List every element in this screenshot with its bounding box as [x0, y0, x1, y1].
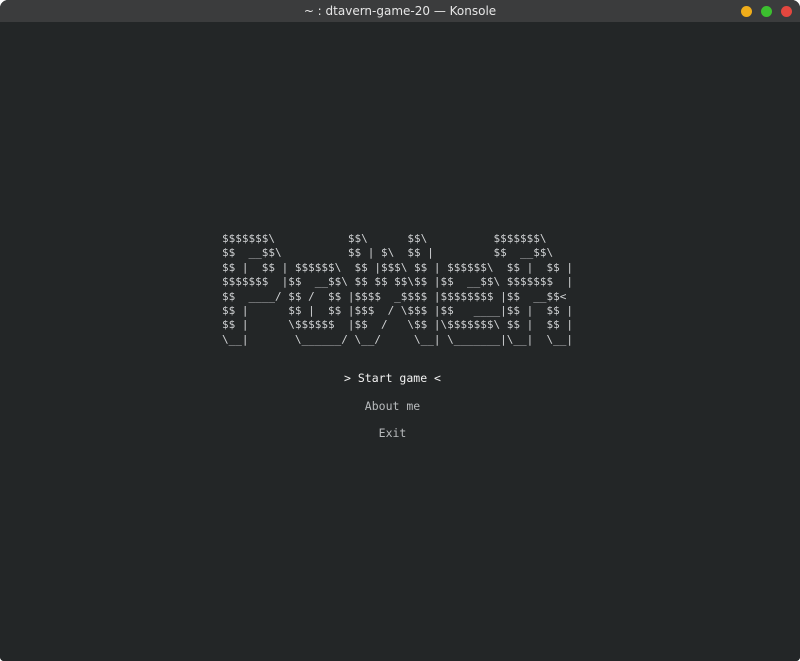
window-title: ~ : dtavern-game-20 — Konsole [303, 4, 497, 18]
minimize-button[interactable] [741, 6, 752, 17]
title-bar[interactable]: ~ : dtavern-game-20 — Konsole [0, 0, 800, 22]
menu-item-exit[interactable]: Exit [0, 426, 785, 440]
terminal-area[interactable]: $$$$$$$\ $$\ $$\ $$$$$$$\ $$ __$$\ $$ | … [0, 22, 800, 661]
ascii-logo: $$$$$$$\ $$\ $$\ $$$$$$$\ $$ __$$\ $$ | … [222, 232, 573, 346]
konsole-window: ~ : dtavern-game-20 — Konsole $$$$$$$\ $… [0, 0, 800, 661]
menu-item-about-me[interactable]: About me [0, 399, 785, 413]
maximize-button[interactable] [761, 6, 772, 17]
close-button[interactable] [781, 6, 792, 17]
menu-item-start-game[interactable]: > Start game < [0, 371, 785, 385]
